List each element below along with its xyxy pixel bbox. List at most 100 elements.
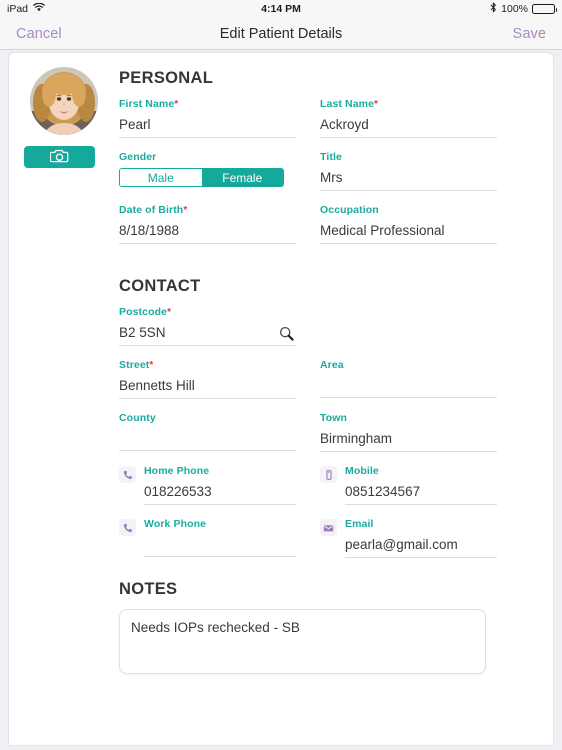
page-title: Edit Patient Details (219, 25, 343, 42)
occupation-label: Occupation (320, 204, 379, 216)
postcode-label: Postcode* (119, 306, 172, 318)
gender-field: Gender Male Female (119, 151, 296, 187)
navigation-bar: Cancel Edit Patient Details Save (0, 18, 562, 50)
occupation-field-group: Occupation Medical Professional (320, 204, 497, 257)
personal-row-1: First Name* Pearl Last Name* Ackroyd (119, 98, 497, 151)
street-field: Street* Bennetts Hill (119, 359, 296, 399)
patient-photo (30, 67, 98, 135)
wifi-icon (33, 2, 45, 15)
county-label: County (119, 412, 156, 424)
last-name-field: Last Name* Ackroyd (320, 98, 497, 138)
clock-time: 4:14 PM (261, 3, 301, 15)
first-name-label: First Name* (119, 98, 179, 110)
occupation-field: Occupation Medical Professional (320, 204, 497, 244)
email-input[interactable]: pearla@gmail.com (345, 535, 497, 558)
notes-textarea[interactable]: Needs IOPs rechecked - SB (119, 609, 486, 674)
battery-percent: 100% (501, 3, 528, 15)
phone-icon (119, 466, 136, 483)
phone-icon (119, 519, 136, 536)
street-field-group: Street* Bennetts Hill (119, 359, 296, 412)
home-phone-field: Home Phone 018226533 (144, 465, 296, 505)
gender-segmented-control[interactable]: Male Female (119, 168, 284, 187)
date-of-birth-input[interactable]: 8/18/1988 (119, 221, 296, 244)
work-phone-field: Work Phone (144, 518, 296, 557)
area-label: Area (320, 359, 344, 371)
change-photo-button[interactable] (24, 146, 95, 168)
avatar[interactable] (30, 67, 98, 135)
search-icon (279, 326, 294, 344)
work-phone-label: Work Phone (144, 518, 207, 530)
last-name-field-group: Last Name* Ackroyd (320, 98, 497, 151)
postcode-search-button[interactable] (279, 326, 294, 341)
save-button[interactable]: Save (513, 26, 546, 42)
town-field: Town Birmingham (320, 412, 497, 452)
title-field: Title Mrs (320, 151, 497, 191)
status-bar-clock: 4:14 PM (0, 0, 562, 18)
county-input[interactable] (119, 429, 296, 451)
postcode-spacer (320, 306, 497, 359)
camera-icon (49, 149, 69, 166)
avatar-column (9, 63, 119, 674)
mobile-field-group: Mobile 0851234567 (320, 465, 497, 505)
first-name-field: First Name* Pearl (119, 98, 296, 138)
personal-row-2: Gender Male Female Title Mrs (119, 151, 497, 204)
contact-row-phones: Home Phone 018226533 Mobile 0851234567 (119, 465, 497, 505)
area-field-group: Area (320, 359, 497, 412)
section-title-personal: PERSONAL (119, 69, 214, 87)
area-input[interactable] (320, 376, 497, 398)
work-phone-field-group: Work Phone (119, 518, 296, 558)
patient-details-card: PERSONAL First Name* Pearl Last Name* Ac… (8, 52, 554, 746)
county-field: County (119, 412, 296, 451)
contact-row-county-town: County Town Birmingham (119, 412, 497, 465)
contact-row-street-area: Street* Bennetts Hill Area (119, 359, 497, 412)
last-name-input[interactable]: Ackroyd (320, 115, 497, 138)
postcode-field-group: Postcode* B2 5SN (119, 306, 296, 359)
work-phone-input[interactable] (144, 535, 296, 557)
status-bar-left: iPad (7, 2, 45, 15)
postcode-field: Postcode* B2 5SN (119, 306, 296, 346)
contact-row-postcode: Postcode* B2 5SN (119, 306, 497, 359)
street-label: Street* (119, 359, 154, 371)
postcode-input[interactable]: B2 5SN (119, 323, 296, 346)
cancel-button[interactable]: Cancel (16, 26, 62, 42)
street-input[interactable]: Bennetts Hill (119, 376, 296, 399)
email-label: Email (345, 518, 374, 530)
gender-option-male[interactable]: Male (120, 169, 202, 186)
home-phone-label: Home Phone (144, 465, 210, 477)
gender-option-female[interactable]: Female (201, 169, 283, 186)
home-phone-input[interactable]: 018226533 (144, 482, 296, 505)
title-field-group: Title Mrs (320, 151, 497, 204)
personal-row-3: Date of Birth* 8/18/1988 Occupation Medi… (119, 204, 497, 257)
date-of-birth-label: Date of Birth* (119, 204, 188, 216)
email-field: Email pearla@gmail.com (345, 518, 497, 558)
mobile-label: Mobile (345, 465, 379, 477)
status-bar: iPad 4:14 PM 100% (0, 0, 562, 18)
required-marker: * (174, 99, 179, 110)
contact-row-work-email: Work Phone Email pearla@gmail.com (119, 518, 497, 558)
home-phone-field-group: Home Phone 018226533 (119, 465, 296, 505)
town-label: Town (320, 412, 348, 424)
title-input[interactable]: Mrs (320, 168, 497, 191)
occupation-input[interactable]: Medical Professional (320, 221, 497, 244)
required-marker: * (167, 307, 172, 318)
last-name-label: Last Name* (320, 98, 379, 110)
battery-full-icon (532, 4, 557, 14)
dob-field-group: Date of Birth* 8/18/1988 (119, 204, 296, 257)
county-field-group: County (119, 412, 296, 465)
mobile-field: Mobile 0851234567 (345, 465, 497, 505)
required-marker: * (183, 205, 188, 216)
bluetooth-icon (490, 2, 497, 16)
mobile-icon (320, 466, 337, 483)
gender-label: Gender (119, 151, 157, 163)
mobile-input[interactable]: 0851234567 (345, 482, 497, 505)
required-marker: * (374, 99, 379, 110)
envelope-icon (320, 519, 337, 536)
form-column: PERSONAL First Name* Pearl Last Name* Ac… (119, 63, 553, 674)
first-name-field-group: First Name* Pearl (119, 98, 296, 151)
device-name: iPad (7, 3, 29, 15)
first-name-input[interactable]: Pearl (119, 115, 296, 138)
town-field-group: Town Birmingham (320, 412, 497, 465)
section-title-notes: NOTES (119, 580, 178, 598)
town-input[interactable]: Birmingham (320, 429, 497, 452)
section-title-contact: CONTACT (119, 277, 201, 295)
